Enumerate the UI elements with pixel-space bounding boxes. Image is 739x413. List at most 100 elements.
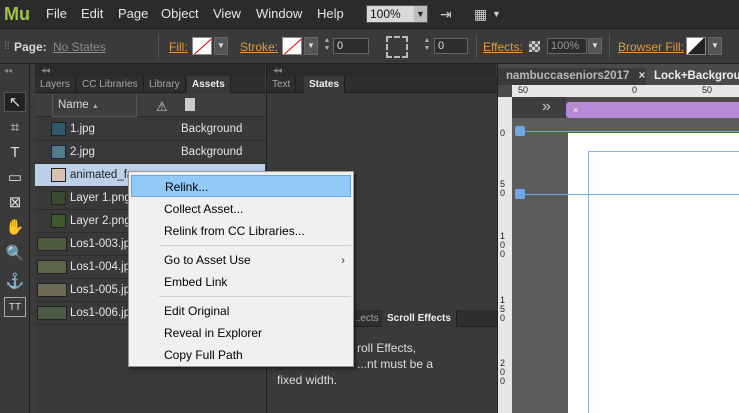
menu-item-collect-asset[interactable]: Collect Asset... [131, 198, 351, 220]
asset-thumbnail [37, 283, 67, 297]
chevron-down-icon[interactable]: ▼ [414, 6, 427, 22]
assets-header: Name ▲ ⚠ [35, 94, 265, 117]
chevron-down-icon[interactable]: ▼ [588, 38, 602, 54]
tab-text[interactable]: Text [267, 76, 297, 93]
menu-file[interactable]: File [46, 0, 67, 28]
corner-icon[interactable] [386, 36, 408, 58]
asset-row[interactable]: 2.jpg Background [35, 141, 265, 164]
menu-item-go-to-asset-use[interactable]: Go to Asset Use › [131, 249, 351, 271]
asset-name: Layer 2.png [70, 215, 131, 227]
close-icon[interactable]: × [639, 70, 646, 82]
select-icon[interactable]: ↖ [4, 92, 26, 112]
asset-thumbnail [51, 145, 66, 159]
asset-name: animated_fa [70, 169, 134, 181]
menu-item-embed-link[interactable]: Embed Link [131, 271, 351, 293]
tab-scroll-effects[interactable]: Scroll Effects [382, 310, 457, 327]
browser-fill-label[interactable]: Browser Fill: [618, 40, 684, 54]
asset-name: Layer 1.png [70, 192, 131, 204]
menu-item-relink[interactable]: Relink... [131, 175, 351, 197]
divider [609, 35, 610, 59]
browser-fill-swatch[interactable] [686, 37, 706, 55]
stroke-width-input[interactable]: 0 [333, 38, 369, 54]
menu-item-relink-cc[interactable]: Relink from CC Libraries... [131, 220, 351, 242]
chevron-down-icon[interactable]: ▼ [304, 37, 318, 55]
tab-page-lock-background[interactable]: Lock+Backgrou [646, 68, 739, 85]
zoom-icon[interactable]: 🔍 [4, 244, 26, 264]
guide-handle-icon[interactable] [515, 189, 525, 199]
ruler-tick-label: 1 0 0 [500, 231, 506, 259]
anchor-icon[interactable]: ⚓ [4, 272, 26, 292]
menu-window[interactable]: Window [256, 0, 302, 28]
page-icon [185, 98, 195, 111]
header-guide[interactable] [522, 194, 739, 195]
rectangle-icon[interactable]: ▭ [4, 168, 26, 188]
ruler-vertical: 0 5 0 1 0 0 1 5 0 2 0 0 [498, 97, 512, 413]
asset-name: 2.jpg [70, 146, 95, 158]
stroke-stepper[interactable]: ▲ ▼ [322, 37, 332, 55]
panel-tab-row: Text States [267, 76, 497, 93]
collapse-icon[interactable]: ◂◂ [4, 66, 12, 75]
panel-collapse-strip[interactable]: ◂◂ [267, 64, 496, 76]
menu-bar: Mu File Edit Page Object View Window Hel… [0, 0, 739, 28]
text-icon[interactable]: T [4, 143, 26, 163]
sort-asc-icon: ▲ [91, 103, 99, 110]
asset-thumbnail [37, 237, 67, 251]
corner-radius-input[interactable]: 0 [434, 38, 468, 54]
breakpoint-arrows-icon[interactable]: » [542, 97, 551, 117]
crop-icon[interactable]: ⌗ [4, 118, 26, 138]
page-state-select[interactable]: No States [53, 40, 106, 54]
header-guide[interactable] [522, 131, 739, 132]
close-icon[interactable]: × [573, 102, 578, 118]
layout-icon[interactable]: ▦ [474, 6, 487, 22]
asset-page: Background [181, 123, 243, 135]
menu-item-edit-original[interactable]: Edit Original [131, 300, 351, 322]
panel-collapse-strip[interactable]: ◂◂ [35, 64, 265, 76]
asset-thumbnail [51, 191, 66, 205]
menu-edit[interactable]: Edit [81, 0, 103, 28]
asset-row[interactable]: 1.jpg Background [35, 118, 265, 141]
text-frame-icon[interactable]: TT [4, 297, 26, 317]
breakpoint-bar[interactable]: × [566, 102, 739, 118]
context-menu: Relink... Collect Asset... Relink from C… [128, 171, 354, 367]
divider [158, 35, 159, 59]
tab-cc-libraries[interactable]: CC Libraries [77, 76, 144, 93]
chevron-down-icon[interactable]: ▼ [492, 6, 501, 22]
image-frame-icon[interactable]: ⊠ [4, 193, 26, 213]
menu-item-reveal-in-explorer[interactable]: Reveal in Explorer [131, 322, 351, 344]
asset-name: Los1-003.jp [70, 238, 131, 250]
stroke-swatch[interactable] [282, 37, 302, 55]
stroke-label[interactable]: Stroke: [240, 40, 278, 54]
effects-label[interactable]: Effects: [483, 40, 523, 54]
tab-library[interactable]: Library [144, 76, 186, 93]
menu-page[interactable]: Page [118, 0, 148, 28]
tab-states[interactable]: States [304, 76, 346, 93]
guide-handle-icon[interactable] [515, 126, 525, 136]
asset-name: Los1-005.jp [70, 284, 131, 296]
menu-help[interactable]: Help [317, 0, 344, 28]
chevron-down-icon[interactable]: ▼ [708, 37, 722, 55]
divider [476, 35, 477, 59]
hand-icon[interactable]: ✋ [4, 218, 26, 238]
grip-icon: ⁞⁞ [4, 41, 10, 52]
control-bar: ⁞⁞ Page: No States Fill: ▼ Stroke: ▼ ▲ ▼ … [0, 28, 739, 64]
document-tabs: nambuccaseniors2017 × Lock+Backgrou [498, 68, 739, 85]
tab-layers[interactable]: Layers [35, 76, 77, 93]
tab-assets[interactable]: Assets [187, 76, 231, 93]
content-guide [588, 151, 739, 413]
tab-document-nambuccaseniors[interactable]: nambuccaseniors2017 × [498, 68, 646, 85]
opacity-icon [529, 41, 540, 52]
corner-stepper[interactable]: ▲ ▼ [422, 37, 432, 55]
document-tab-label: nambuccaseniors2017 [506, 70, 630, 82]
menu-object[interactable]: Object [161, 0, 199, 28]
breakpoint-bar-left: » [512, 97, 566, 118]
opacity-input[interactable]: 100% [547, 38, 587, 54]
chevron-down-icon[interactable]: ▼ [214, 37, 228, 55]
design-view: nambuccaseniors2017 × Lock+Backgrou 50 0… [497, 64, 739, 413]
menu-item-copy-full-path[interactable]: Copy Full Path [131, 344, 351, 366]
ruler-tick-label: 50 [702, 85, 713, 95]
fill-swatch[interactable] [192, 37, 212, 55]
name-column-header[interactable]: Name ▲ [52, 94, 137, 117]
fill-label[interactable]: Fill: [169, 40, 188, 54]
menu-view[interactable]: View [213, 0, 241, 28]
preview-icon[interactable]: ⇥ [440, 6, 452, 22]
